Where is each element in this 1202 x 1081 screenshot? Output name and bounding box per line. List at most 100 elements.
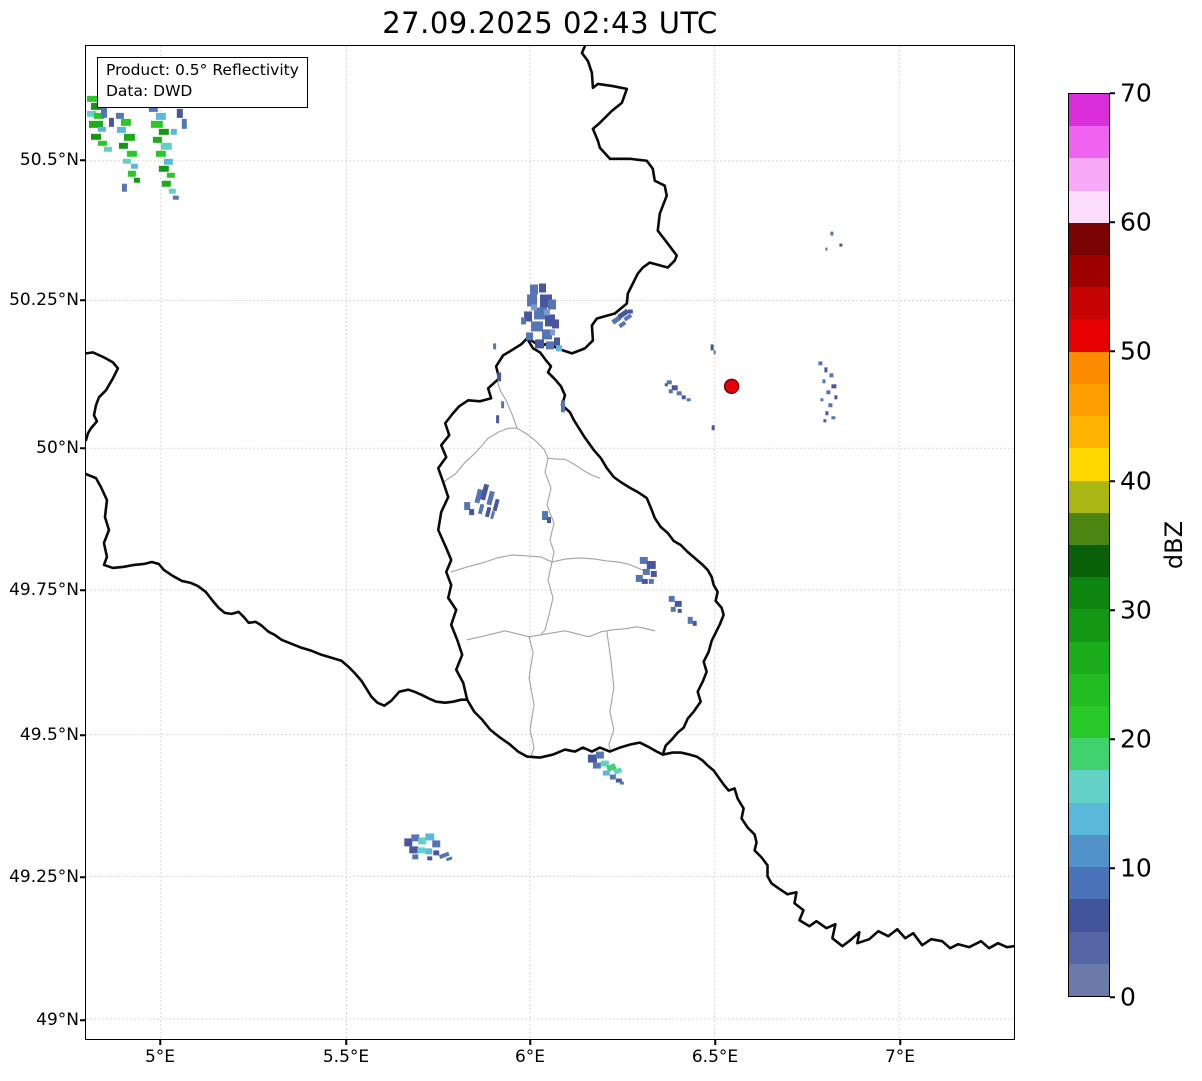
admin-border [466, 626, 656, 641]
radar-echo-cell [831, 384, 837, 389]
colorbar-tick [1110, 609, 1115, 611]
radar-echo-cell [432, 840, 441, 848]
radar-echo-cell [425, 833, 435, 841]
y-tick-label: 50.25°N [9, 290, 79, 310]
y-tick-label: 50.5°N [19, 150, 79, 170]
radar-echo-cell [668, 595, 675, 602]
radar-echo-cell [825, 247, 828, 251]
radar-echo-cell [553, 337, 560, 346]
radar-echo-cell [670, 606, 676, 612]
colorbar-band [1069, 673, 1109, 707]
radar-echo-cell [158, 128, 169, 135]
colorbar-band [1069, 383, 1109, 417]
colorbar-tick-label: 70 [1120, 78, 1152, 108]
radar-echo-cell [501, 401, 505, 409]
colorbar-band [1069, 287, 1109, 320]
admin-border [496, 379, 518, 429]
country-border [86, 351, 120, 442]
radar-echo-cell [713, 350, 716, 355]
radar-echo-cell [546, 341, 554, 350]
radar-echo-cell [829, 373, 834, 378]
radar-echo-cell [168, 188, 176, 194]
colorbar-band [1069, 480, 1109, 513]
radar-echo-cell [127, 170, 136, 177]
admin-border [442, 427, 601, 483]
colorbar-tick-label: 20 [1120, 724, 1152, 754]
radar-echo-cell [176, 108, 183, 118]
radar-echo-cell [123, 133, 135, 141]
colorbar-band [1069, 641, 1109, 674]
radar-echo-cell [425, 848, 433, 855]
radar-echo-cell [417, 847, 426, 854]
radar-echo-cell [686, 398, 691, 402]
radar-echo-cell [681, 395, 686, 400]
radar-echo-cell [544, 309, 550, 316]
radar-echo-cell [687, 616, 693, 624]
radar-echo-cell [820, 398, 824, 402]
colorbar-band [1069, 899, 1109, 932]
x-tick [899, 1040, 901, 1045]
radar-echo-cell [839, 243, 843, 247]
radar-echo-cell [602, 770, 610, 776]
colorbar-band [1069, 222, 1109, 255]
colorbar-band [1069, 512, 1109, 545]
product-info-box: Product: 0.5° Reflectivity Data: DWD [97, 57, 308, 108]
radar-echo-cell [825, 411, 829, 416]
radar-echo-cell [531, 304, 538, 311]
radar-echo-cell [646, 560, 656, 569]
colorbar-band [1069, 158, 1109, 191]
radar-echo-cell [115, 112, 124, 119]
colorbar-tick [1110, 738, 1115, 740]
radar-echo-cell [550, 329, 555, 336]
radar-echo-cell [822, 379, 826, 384]
radar-echo-cell [600, 760, 609, 767]
radar-echo-cell [635, 574, 643, 582]
radar-echo-cell [130, 163, 138, 169]
x-tick-label: 6°E [514, 1047, 546, 1067]
radar-echo-cell [530, 284, 539, 295]
map-axes: Product: 0.5° Reflectivity Data: DWD [85, 45, 1015, 1040]
radar-echo-cell [484, 506, 492, 518]
colorbar-tick [1110, 867, 1115, 869]
radar-echo-cell [126, 150, 137, 157]
radar-echo-cell [121, 183, 127, 192]
radar-echo-cell [639, 556, 648, 564]
radar-echo-cell [641, 578, 648, 584]
x-tick [529, 1040, 531, 1045]
colorbar [1068, 93, 1110, 997]
radar-echo-cell [823, 419, 827, 423]
colorbar-tick-label: 0 [1120, 982, 1136, 1012]
radar-echo-cell [118, 142, 128, 149]
map-title: 27.09.2025 02:43 UTC [382, 6, 718, 40]
radar-echo-cell [163, 158, 173, 165]
radar-echo-cell [433, 850, 440, 856]
radar-echo-cell [539, 283, 547, 293]
radar-echo-cell [824, 367, 828, 373]
radar-echo-cell [427, 856, 433, 861]
radar-echo-cell [158, 165, 169, 172]
radar-echo-cell [100, 107, 107, 118]
radar-echo-cell [535, 339, 545, 349]
radar-echo-cell [477, 503, 485, 515]
radar-echo-cell [619, 781, 624, 785]
colorbar-band [1069, 577, 1109, 610]
colorbar-tick-label: 40 [1120, 466, 1152, 496]
radar-echo-cell [676, 391, 682, 396]
colorbar-band [1069, 867, 1109, 900]
colorbar-band [1069, 834, 1109, 868]
radar-echo-cell [152, 136, 162, 143]
y-tick [80, 159, 85, 161]
radar-echo-cell [560, 400, 565, 413]
colorbar-tick [1110, 350, 1115, 352]
radar-echo-cell [160, 142, 172, 150]
radar-echo-cell [828, 403, 833, 408]
radar-echo-cell [526, 332, 534, 341]
radar-echo-cell [618, 320, 627, 329]
radar-echo-cell [609, 774, 616, 780]
colorbar-tick-label: 30 [1120, 595, 1152, 625]
colorbar-band [1069, 448, 1109, 481]
colorbar-band [1069, 706, 1109, 739]
colorbar-tick [1110, 996, 1115, 998]
radar-echo-cell [668, 389, 673, 394]
radar-echo-cell [97, 140, 107, 146]
